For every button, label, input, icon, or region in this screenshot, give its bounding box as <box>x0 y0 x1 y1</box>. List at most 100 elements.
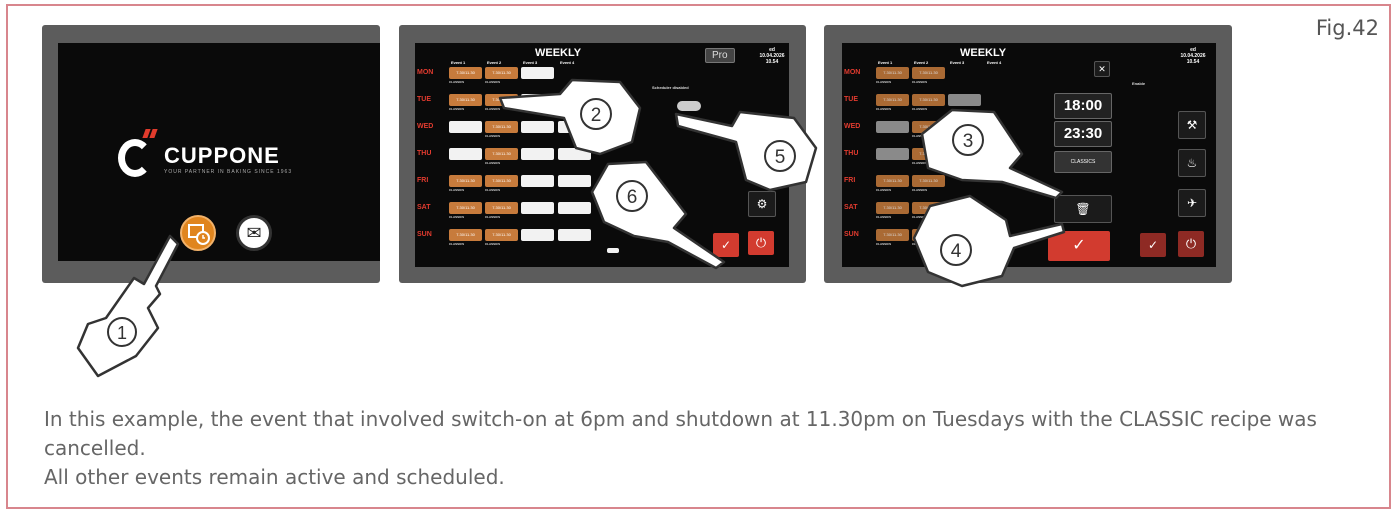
schedule-cell[interactable]: 7.30/11.30 <box>876 67 909 79</box>
schedule-cell[interactable] <box>948 94 981 106</box>
power-icon: ⏻ <box>1185 236 1197 251</box>
day-mon: MON <box>844 69 861 76</box>
envelope-icon: ✉ <box>246 223 262 243</box>
hand-pointer-step-6: 6 <box>590 158 730 273</box>
event-header-1: Event 1 <box>451 60 466 65</box>
day-sat: SAT <box>844 204 858 211</box>
schedule-cell-recipe: CLASSICS <box>449 188 465 192</box>
side-time: 10.54 <box>765 59 779 65</box>
schedule-cell[interactable] <box>449 148 482 160</box>
caption-line-2: All other events remain active and sched… <box>44 465 505 489</box>
schedule-cell[interactable]: 7.30/11.30 <box>912 67 945 79</box>
confirm-button[interactable]: ✓ <box>1140 233 1166 257</box>
schedule-cell[interactable]: 7.30/11.30 <box>485 175 518 187</box>
calendar-clock-icon <box>188 224 210 245</box>
schedule-cell[interactable] <box>558 229 591 241</box>
step-number-5: 5 <box>775 147 786 168</box>
tools-button[interactable]: ⚒ <box>1178 111 1206 139</box>
schedule-cell-recipe: CLASSICS <box>912 80 928 84</box>
schedule-cell[interactable]: 7.30/11.30 <box>876 175 909 187</box>
home-screen: CUPPONE YOUR PARTNER IN BAKING SINCE 196… <box>58 43 380 261</box>
event-header-3: Event 3 <box>950 60 965 65</box>
schedule-cell[interactable]: 7.30/11.30 <box>485 229 518 241</box>
schedule-cell-recipe: CLASSICS <box>449 242 465 246</box>
scheduler-button[interactable] <box>180 215 216 251</box>
day-tue: TUE <box>417 96 431 103</box>
schedule-cell[interactable]: 7.30/11.30 <box>449 175 482 187</box>
schedule-cell[interactable] <box>876 148 909 160</box>
mode-button[interactable]: ✈ <box>1178 189 1206 217</box>
day-sun: SUN <box>844 231 859 238</box>
schedule-cell-recipe: CLASSICS <box>485 161 501 165</box>
schedule-cell[interactable]: 7.30/11.30 <box>449 67 482 79</box>
event-header-3: Event 3 <box>523 60 538 65</box>
bird-icon: ✈ <box>1186 196 1198 210</box>
day-thu: THU <box>417 150 432 157</box>
hand-pointer-step-2: 2 <box>498 78 650 163</box>
brand-name: CUPPONE <box>164 143 280 168</box>
step-number-6: 6 <box>627 187 638 208</box>
check-icon: ✓ <box>1147 238 1159 252</box>
mail-button[interactable]: ✉ <box>236 215 272 251</box>
step-number-2: 2 <box>591 105 602 126</box>
day-fri: FRI <box>844 177 856 184</box>
schedule-cell[interactable] <box>521 229 554 241</box>
power-button[interactable]: ⏻ <box>1178 231 1204 257</box>
weekly-title: WEEKLY <box>960 47 1007 59</box>
day-wed: WED <box>417 123 434 130</box>
day-wed: WED <box>844 123 861 130</box>
schedule-cell-recipe: CLASSICS <box>485 215 501 219</box>
day-thu: THU <box>844 150 859 157</box>
schedule-cell-recipe: CLASSICS <box>485 242 501 246</box>
power-button[interactable]: ⏻ <box>748 231 774 255</box>
clean-button[interactable]: ♨ <box>1178 149 1206 177</box>
schedule-cell[interactable]: 7.30/11.30 <box>876 229 909 241</box>
event-header-2: Event 2 <box>487 60 502 65</box>
enable-label: Enable <box>1132 81 1146 86</box>
trash-icon: 🗑 <box>1075 202 1091 216</box>
schedule-cell[interactable]: 7.30/11.30 <box>449 202 482 214</box>
hand-pointer-step-3: 3 <box>916 108 1066 203</box>
day-tue: TUE <box>844 96 858 103</box>
check-icon: ✓ <box>1072 237 1086 254</box>
day-sat: SAT <box>417 204 431 211</box>
event-header-2: Event 2 <box>914 60 929 65</box>
schedule-cell[interactable]: 7.30/11.30 <box>485 202 518 214</box>
schedule-cell-recipe: CLASSICS <box>449 80 465 84</box>
step-number-4: 4 <box>951 241 962 262</box>
schedule-cell-recipe: CLASSICS <box>485 134 501 138</box>
step-number-1: 1 <box>117 323 127 343</box>
day-mon: MON <box>417 69 434 76</box>
schedule-cell-recipe: CLASSICS <box>449 107 465 111</box>
schedule-cell[interactable] <box>449 121 482 133</box>
schedule-cell[interactable]: 7.30/11.30 <box>449 94 482 106</box>
schedule-cell-recipe: CLASSICS <box>485 80 501 84</box>
schedule-cell-recipe: CLASSICS <box>876 80 892 84</box>
day-sun: SUN <box>417 231 432 238</box>
schedule-cell-recipe: CLASSICS <box>876 215 892 219</box>
weekly-title: WEEKLY <box>535 47 582 59</box>
schedule-cell[interactable] <box>521 202 554 214</box>
event-header-4: Event 4 <box>560 60 575 65</box>
pro-label[interactable]: Pro <box>705 48 735 63</box>
clean-icon: ♨ <box>1186 156 1198 170</box>
figure-label: Fig.42 <box>1315 16 1379 40</box>
side-time: 10.54 <box>1186 59 1200 65</box>
event-header-1: Event 1 <box>878 60 893 65</box>
scheduler-status: Scheduler disabled <box>652 85 689 90</box>
brand-tagline: YOUR PARTNER IN BAKING SINCE 1963 <box>164 169 293 175</box>
hand-pointer-step-4: 4 <box>910 194 1066 295</box>
schedule-cell[interactable]: 7.30/11.30 <box>876 94 909 106</box>
schedule-cell[interactable] <box>558 202 591 214</box>
hand-pointer-step-1: 1 <box>74 232 184 387</box>
schedule-cell[interactable]: 7.30/11.30 <box>912 94 945 106</box>
schedule-cell-recipe: CLASSICS <box>876 188 892 192</box>
schedule-cell-recipe: CLASSICS <box>485 107 501 111</box>
schedule-cell[interactable]: 7.30/11.30 <box>876 202 909 214</box>
schedule-cell[interactable] <box>876 121 909 133</box>
day-fri: FRI <box>417 177 429 184</box>
schedule-cell[interactable] <box>521 175 554 187</box>
wrench-icon: ⚙ <box>756 197 768 211</box>
schedule-cell[interactable]: 7.30/11.30 <box>449 229 482 241</box>
schedule-cell[interactable] <box>558 175 591 187</box>
